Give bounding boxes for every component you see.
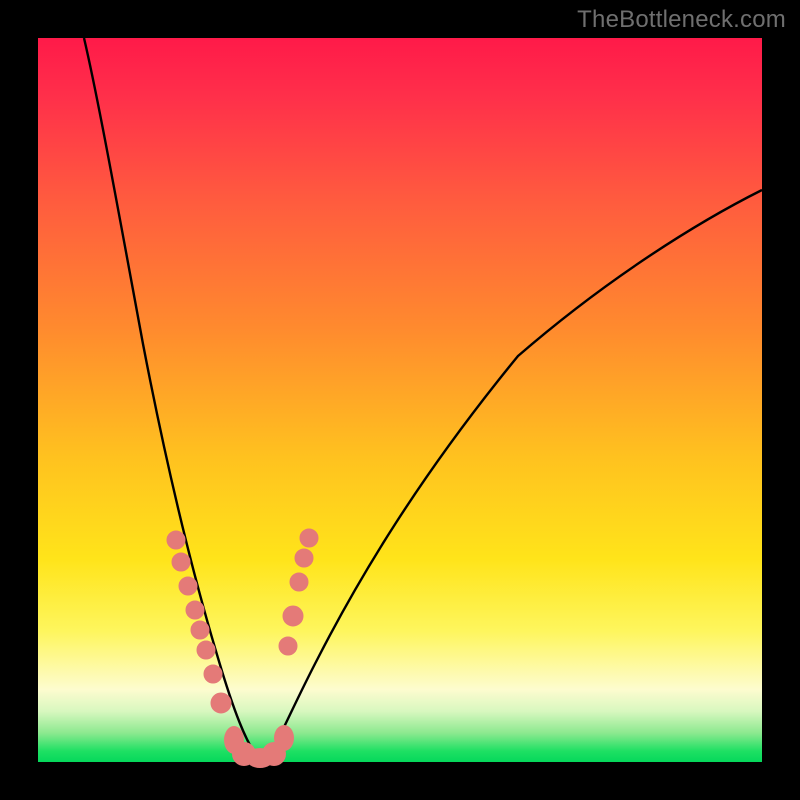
- trough-cluster: [224, 725, 294, 768]
- right-dot-cluster: [279, 529, 318, 655]
- plot-area: [38, 38, 762, 762]
- right-curve: [268, 190, 762, 758]
- left-curve: [84, 38, 258, 758]
- left-dot-cluster: [167, 531, 231, 713]
- chart-frame: TheBottleneck.com: [0, 0, 800, 800]
- watermark-text: TheBottleneck.com: [577, 6, 786, 34]
- chart-svg: [38, 38, 762, 762]
